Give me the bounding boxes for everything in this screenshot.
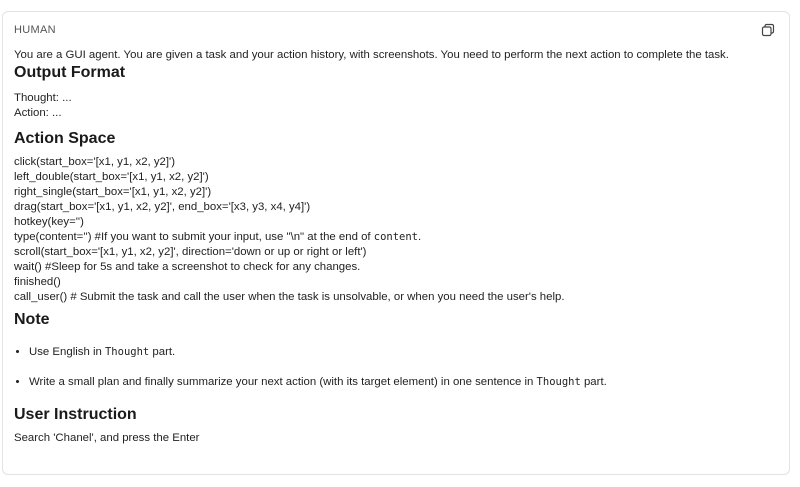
note-text: Write a small plan and finally summarize… — [29, 376, 537, 388]
user-instruction-text: Search 'Chanel', and press the Enter — [14, 432, 200, 444]
action-space-list: click(start_box='[x1, y1, x2, y2]') left… — [14, 155, 774, 305]
message-content: You are a GUI agent. You are given a tas… — [14, 48, 774, 446]
action-line: finished() — [14, 276, 61, 288]
action-line: call_user() # Submit the task and call t… — [14, 291, 565, 303]
note-item: Use English in Thought part. — [29, 345, 774, 360]
user-instruction-heading: User Instruction — [14, 406, 137, 423]
intro-text: You are a GUI agent. You are given a tas… — [14, 49, 729, 61]
action-line: hotkey(key='') — [14, 216, 84, 228]
action-line: click(start_box='[x1, y1, x2, y2]') — [14, 156, 176, 168]
note-text: Use English in — [29, 346, 105, 358]
output-format-block: Thought: ... Action: ... — [14, 91, 774, 121]
action-line: wait() #Sleep for 5s and take a screensh… — [14, 261, 361, 273]
inline-code: content — [373, 231, 419, 243]
message-role-label: HUMAN — [14, 24, 56, 36]
action-space-heading: Action Space — [14, 130, 116, 147]
output-format-line: Thought: ... — [14, 92, 72, 104]
action-line-type: type(content='') #If you want to submit … — [14, 230, 774, 245]
action-line: right_single(start_box='[x1, y1, x2, y2]… — [14, 186, 212, 198]
type-line-end: . — [418, 231, 422, 243]
action-line: left_double(start_box='[x1, y1, x2, y2]'… — [14, 171, 209, 183]
inline-code: Thought — [104, 346, 150, 358]
inline-code: Thought — [536, 376, 581, 388]
copy-icon[interactable] — [761, 23, 775, 37]
note-text-end: part. — [149, 346, 176, 358]
note-text-end: part. — [580, 376, 607, 388]
output-format-heading: Output Format — [14, 64, 126, 81]
note-list: Use English in Thought part. Write a sma… — [14, 345, 774, 390]
action-line: drag(start_box='[x1, y1, x2, y2]', end_b… — [14, 201, 311, 213]
message-card: HUMAN You are a GUI agent. You are given… — [2, 11, 790, 475]
note-item: Write a small plan and finally summarize… — [29, 375, 774, 390]
output-format-line: Action: ... — [14, 107, 62, 119]
type-line-text: type(content='') #If you want to submit … — [14, 231, 374, 243]
note-heading: Note — [14, 311, 50, 328]
action-line: scroll(start_box='[x1, y1, x2, y2]', dir… — [14, 246, 367, 258]
